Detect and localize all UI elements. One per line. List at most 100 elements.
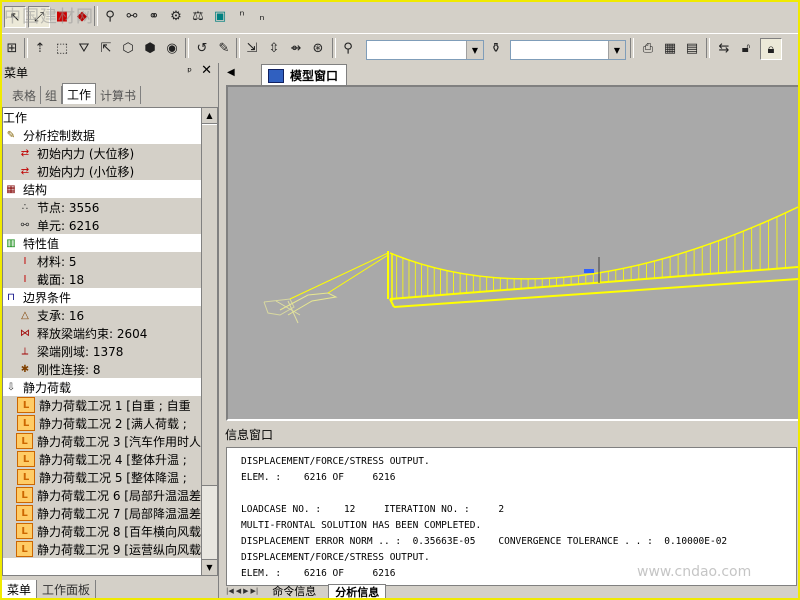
document-tab-strip: ◀ 模型窗口 [223,63,798,86]
node-icon[interactable]: ⚲ [100,6,120,26]
chevron-down-icon[interactable]: ▼ [608,41,625,59]
loadcase-icon: L [16,487,34,503]
tool-icon[interactable]: ⚲ [338,38,358,58]
close-icon[interactable]: ✕ [201,63,212,78]
spring-icon[interactable]: ⚙ [166,6,186,26]
tree-item[interactable]: L 静力荷载工况 4 [整体升温 ; [3,450,201,468]
redraw-icon[interactable]: ✎ [214,38,234,58]
tree-item-label: 梁端刚域: 1378 [37,344,124,359]
hangers [396,212,786,299]
move-icon[interactable]: ⇡ [30,38,50,58]
scale-icon[interactable]: ⇱ [96,38,116,58]
tab-work[interactable]: 工作 [62,83,97,104]
redo-icon[interactable]: ⇆ [714,38,734,58]
tree-item[interactable]: ∴ 节点: 3556 [3,198,201,216]
tab-work-panel[interactable]: 工作面板 [37,580,97,598]
info-panel-title: 信息窗口 [225,428,274,442]
chevron-down-icon[interactable]: ▼ [466,41,483,59]
lock-icon[interactable]: 🔓︎ [736,38,756,58]
tree-item[interactable]: Ⅰ 截面: 18 [3,270,201,288]
tree-item[interactable]: L 静力荷载工况 8 [百年横向风载 [3,522,201,540]
element-move-icon[interactable]: ⇳ [264,38,284,58]
tree-section[interactable]: ⇩ 静力荷载 [3,378,201,396]
tab-groups[interactable]: 组 [41,86,63,104]
circle-icon[interactable]: ◉ [162,38,182,58]
combo-1[interactable]: ▼ [366,40,484,60]
tree-item-label: 材料: 5 [37,254,77,269]
tree-item[interactable]: ⋈ 释放梁端约束: 2604 [3,324,201,342]
prev-page-icon[interactable]: ◀ [236,587,241,595]
tree-item[interactable]: L 静力荷载工况 7 [局部降温温差 [3,504,201,522]
model-viewport[interactable] [226,85,798,421]
element-icon[interactable]: ⚯ [122,6,142,26]
loadcase-icon: L [17,415,35,431]
tree-item[interactable]: Ⅰ 材料: 5 [3,252,201,270]
box3d-icon[interactable]: ⬢ [140,38,160,58]
scroll-up-icon[interactable]: ▲ [202,108,217,124]
approach-brace [275,300,301,316]
tree-item[interactable]: ⇄ 初始内力 (大位移) [3,144,201,162]
tree-section[interactable]: ⊓ 边界条件 [3,288,201,306]
section-icon: Ⅰ [23,273,27,285]
point-icon[interactable]: ⬡ [118,38,138,58]
next-page-icon[interactable]: ▶ [243,587,248,595]
pin-icon[interactable]: ᵖ [187,65,192,78]
tab-report[interactable]: 计算书 [96,86,142,104]
tab-command-info[interactable]: 命令信息 [266,584,322,598]
tree-item[interactable]: L 静力荷载工况 5 [整体降温 ; [3,468,201,486]
open-icon[interactable]: ▤ [682,38,702,58]
scroll-thumb[interactable] [202,124,217,486]
rotate-icon[interactable]: ⬚ [52,38,72,58]
tree-item[interactable]: ⇄ 初始内力 (小位移) [3,162,201,180]
tree-item[interactable]: ✱ 刚性连接: 8 [3,360,201,378]
grid-icon[interactable]: ⊞ [2,38,22,58]
first-page-icon[interactable]: |◀ [226,587,234,595]
tree-section[interactable]: ▦ 结构 [3,180,201,198]
node-select-icon[interactable]: ⚱ [486,38,506,58]
last-page-icon[interactable]: ▶| [251,587,259,595]
node-move-icon[interactable]: ⇲ [242,38,262,58]
tree-section[interactable]: ▥ 特性值 [3,234,201,252]
boundary-icon: ⊓ [7,291,15,303]
tree-item-label: 释放梁端约束: 2604 [37,326,148,341]
superscript-n-icon[interactable]: ⁿ [232,6,252,26]
lock-closed-icon[interactable]: 🔒︎ [760,38,782,60]
tree-item[interactable]: ⟂ 梁端刚域: 1378 [3,342,201,360]
tree-item[interactable]: △ 支承: 16 [3,306,201,324]
tree-item-label: 静力荷载工况 9 [运营纵向风载 [37,542,201,557]
combo-2[interactable]: ▼ [510,40,626,60]
tree-item[interactable]: L 静力荷载工况 6 [局部升温温差 [3,486,201,504]
chevron-left-icon[interactable]: ◀ [227,67,235,78]
tab-tables[interactable]: 表格 [2,86,42,104]
scroll-down-icon[interactable]: ▼ [202,559,217,575]
tree-item[interactable]: ⚯ 单元: 6216 [3,216,201,234]
check-icon[interactable]: ⇴ [286,38,306,58]
tree-item[interactable]: L 静力荷载工况 1 [自重 ; 自重 [3,396,201,414]
tree-item-label: 静力荷载工况 6 [局部升温温差 [37,488,201,503]
support-icon: △ [21,309,29,321]
elements-icon[interactable]: ⚭ [144,6,164,26]
print-icon[interactable]: ⎙ [638,38,658,58]
info-icon[interactable]: ⊛ [308,38,328,58]
tree-item-label: 静力荷载工况 1 [自重 ; 自重 [39,398,191,413]
tree-root[interactable]: 工作 [3,108,201,126]
tree-item[interactable]: L 静力荷载工况 9 [运营纵向风载 [3,540,201,558]
support-icon[interactable]: ⚖ [188,6,208,26]
save-icon[interactable]: ▦ [660,38,680,58]
info-text-area[interactable]: DISPLACEMENT/FORCE/STRESS OUTPUT. ELEM. … [226,447,797,586]
tree-item-label: 静力荷载工况 7 [局部降温温差 [37,506,201,521]
tab-model-window[interactable]: 模型窗口 [261,64,348,86]
undo-icon[interactable]: ↺ [192,38,212,58]
tree-item[interactable]: L 静力荷载工况 2 [满人荷载 ; [3,414,201,432]
tree-section[interactable]: ✎ 分析控制数据 [3,126,201,144]
tree-scrollbar[interactable]: ▲ ▼ [201,107,218,576]
tab-menu[interactable]: 菜单 [2,580,38,598]
display-icon[interactable]: ▣ [210,6,230,26]
tab-analysis-info[interactable]: 分析信息 [328,583,387,598]
copy-icon[interactable]: ⛛ [74,38,94,58]
underscore-n-icon[interactable]: ₙ [252,6,272,26]
tree-item[interactable]: L 静力荷载工况 3 [汽车作用时人 [3,432,201,450]
tree-root-label: 工作 [3,110,28,125]
loadcase-icon: L [16,523,34,539]
toolbar-separator [706,38,710,58]
